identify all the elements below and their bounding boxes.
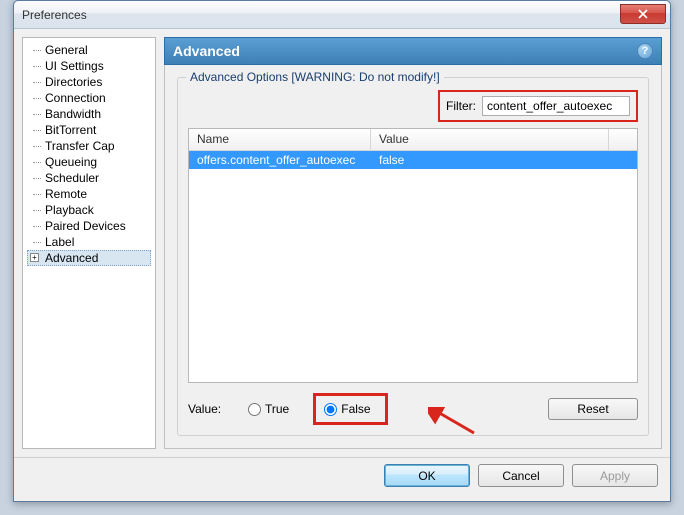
main-panel: Advanced ? Advanced Options [WARNING: Do…	[164, 37, 662, 449]
filter-input[interactable]	[482, 96, 630, 116]
radio-true-input[interactable]	[248, 403, 261, 416]
sidebar-item-bittorrent[interactable]: BitTorrent	[27, 122, 151, 138]
expand-icon[interactable]: +	[30, 253, 39, 262]
reset-button[interactable]: Reset	[548, 398, 638, 420]
sidebar-item-queueing[interactable]: Queueing	[27, 154, 151, 170]
cell-name: offers.content_offer_autoexec	[189, 153, 371, 167]
apply-button[interactable]: Apply	[572, 464, 658, 487]
sidebar: General UI Settings Directories Connecti…	[22, 37, 156, 449]
value-label: Value:	[188, 402, 240, 416]
help-icon[interactable]: ?	[637, 43, 653, 59]
close-button[interactable]	[620, 4, 666, 24]
radio-true-label: True	[265, 402, 289, 416]
options-table: Name Value offers.content_offer_autoexec…	[188, 128, 638, 383]
sidebar-item-directories[interactable]: Directories	[27, 74, 151, 90]
preferences-window: Preferences General UI Settings Director…	[13, 0, 671, 502]
section-header: Advanced ?	[164, 37, 662, 65]
group-label: Advanced Options [WARNING: Do not modify…	[186, 70, 444, 84]
annotation-arrow-icon	[428, 407, 478, 440]
sidebar-item-label: Scheduler	[45, 171, 99, 185]
panel-body: Advanced Options [WARNING: Do not modify…	[164, 65, 662, 449]
button-bar: OK Cancel Apply	[14, 457, 670, 493]
col-extra	[609, 129, 637, 150]
sidebar-item-transfer-cap[interactable]: Transfer Cap	[27, 138, 151, 154]
advanced-options-group: Advanced Options [WARNING: Do not modify…	[177, 77, 649, 436]
sidebar-item-label: UI Settings	[45, 59, 104, 73]
sidebar-item-label: Queueing	[45, 155, 97, 169]
window-title: Preferences	[22, 8, 87, 22]
sidebar-item-label: Connection	[45, 91, 106, 105]
sidebar-item-ui-settings[interactable]: UI Settings	[27, 58, 151, 74]
sidebar-item-label: Playback	[45, 203, 94, 217]
sidebar-item-bandwidth[interactable]: Bandwidth	[27, 106, 151, 122]
table-body[interactable]: offers.content_offer_autoexec false	[189, 151, 637, 382]
sidebar-item-label: Transfer Cap	[45, 139, 115, 153]
sidebar-item-label[interactable]: Label	[27, 234, 151, 250]
sidebar-item-label: Paired Devices	[45, 219, 126, 233]
sidebar-item-playback[interactable]: Playback	[27, 202, 151, 218]
radio-false[interactable]: False	[324, 402, 370, 416]
sidebar-item-label: Label	[45, 235, 74, 249]
col-name[interactable]: Name	[189, 129, 371, 150]
sidebar-item-paired-devices[interactable]: Paired Devices	[27, 218, 151, 234]
filter-row: Filter:	[188, 90, 638, 122]
sidebar-item-label: General	[45, 43, 88, 57]
sidebar-item-general[interactable]: General	[27, 42, 151, 58]
filter-label: Filter:	[446, 99, 476, 113]
sidebar-item-advanced[interactable]: + Advanced	[27, 250, 151, 266]
col-value[interactable]: Value	[371, 129, 609, 150]
radio-false-label: False	[341, 402, 370, 416]
table-row[interactable]: offers.content_offer_autoexec false	[189, 151, 637, 169]
radio-true[interactable]: True	[248, 402, 289, 416]
sidebar-item-label: BitTorrent	[45, 123, 96, 137]
sidebar-item-connection[interactable]: Connection	[27, 90, 151, 106]
sidebar-item-label: Remote	[45, 187, 87, 201]
value-editor-row: Value: True False Reset	[188, 393, 638, 425]
close-icon	[638, 9, 648, 19]
sidebar-item-remote[interactable]: Remote	[27, 186, 151, 202]
cancel-button[interactable]: Cancel	[478, 464, 564, 487]
ok-button[interactable]: OK	[384, 464, 470, 487]
filter-highlight: Filter:	[438, 90, 638, 122]
sidebar-item-scheduler[interactable]: Scheduler	[27, 170, 151, 186]
radio-false-input[interactable]	[324, 403, 337, 416]
cell-value: false	[371, 153, 637, 167]
sidebar-item-label: Bandwidth	[45, 107, 101, 121]
sidebar-item-label: Advanced	[45, 251, 98, 265]
content-area: General UI Settings Directories Connecti…	[14, 29, 670, 457]
table-header: Name Value	[189, 129, 637, 151]
section-title: Advanced	[173, 43, 240, 59]
sidebar-item-label: Directories	[45, 75, 102, 89]
titlebar[interactable]: Preferences	[14, 1, 670, 29]
radio-false-highlight: False	[313, 393, 387, 425]
